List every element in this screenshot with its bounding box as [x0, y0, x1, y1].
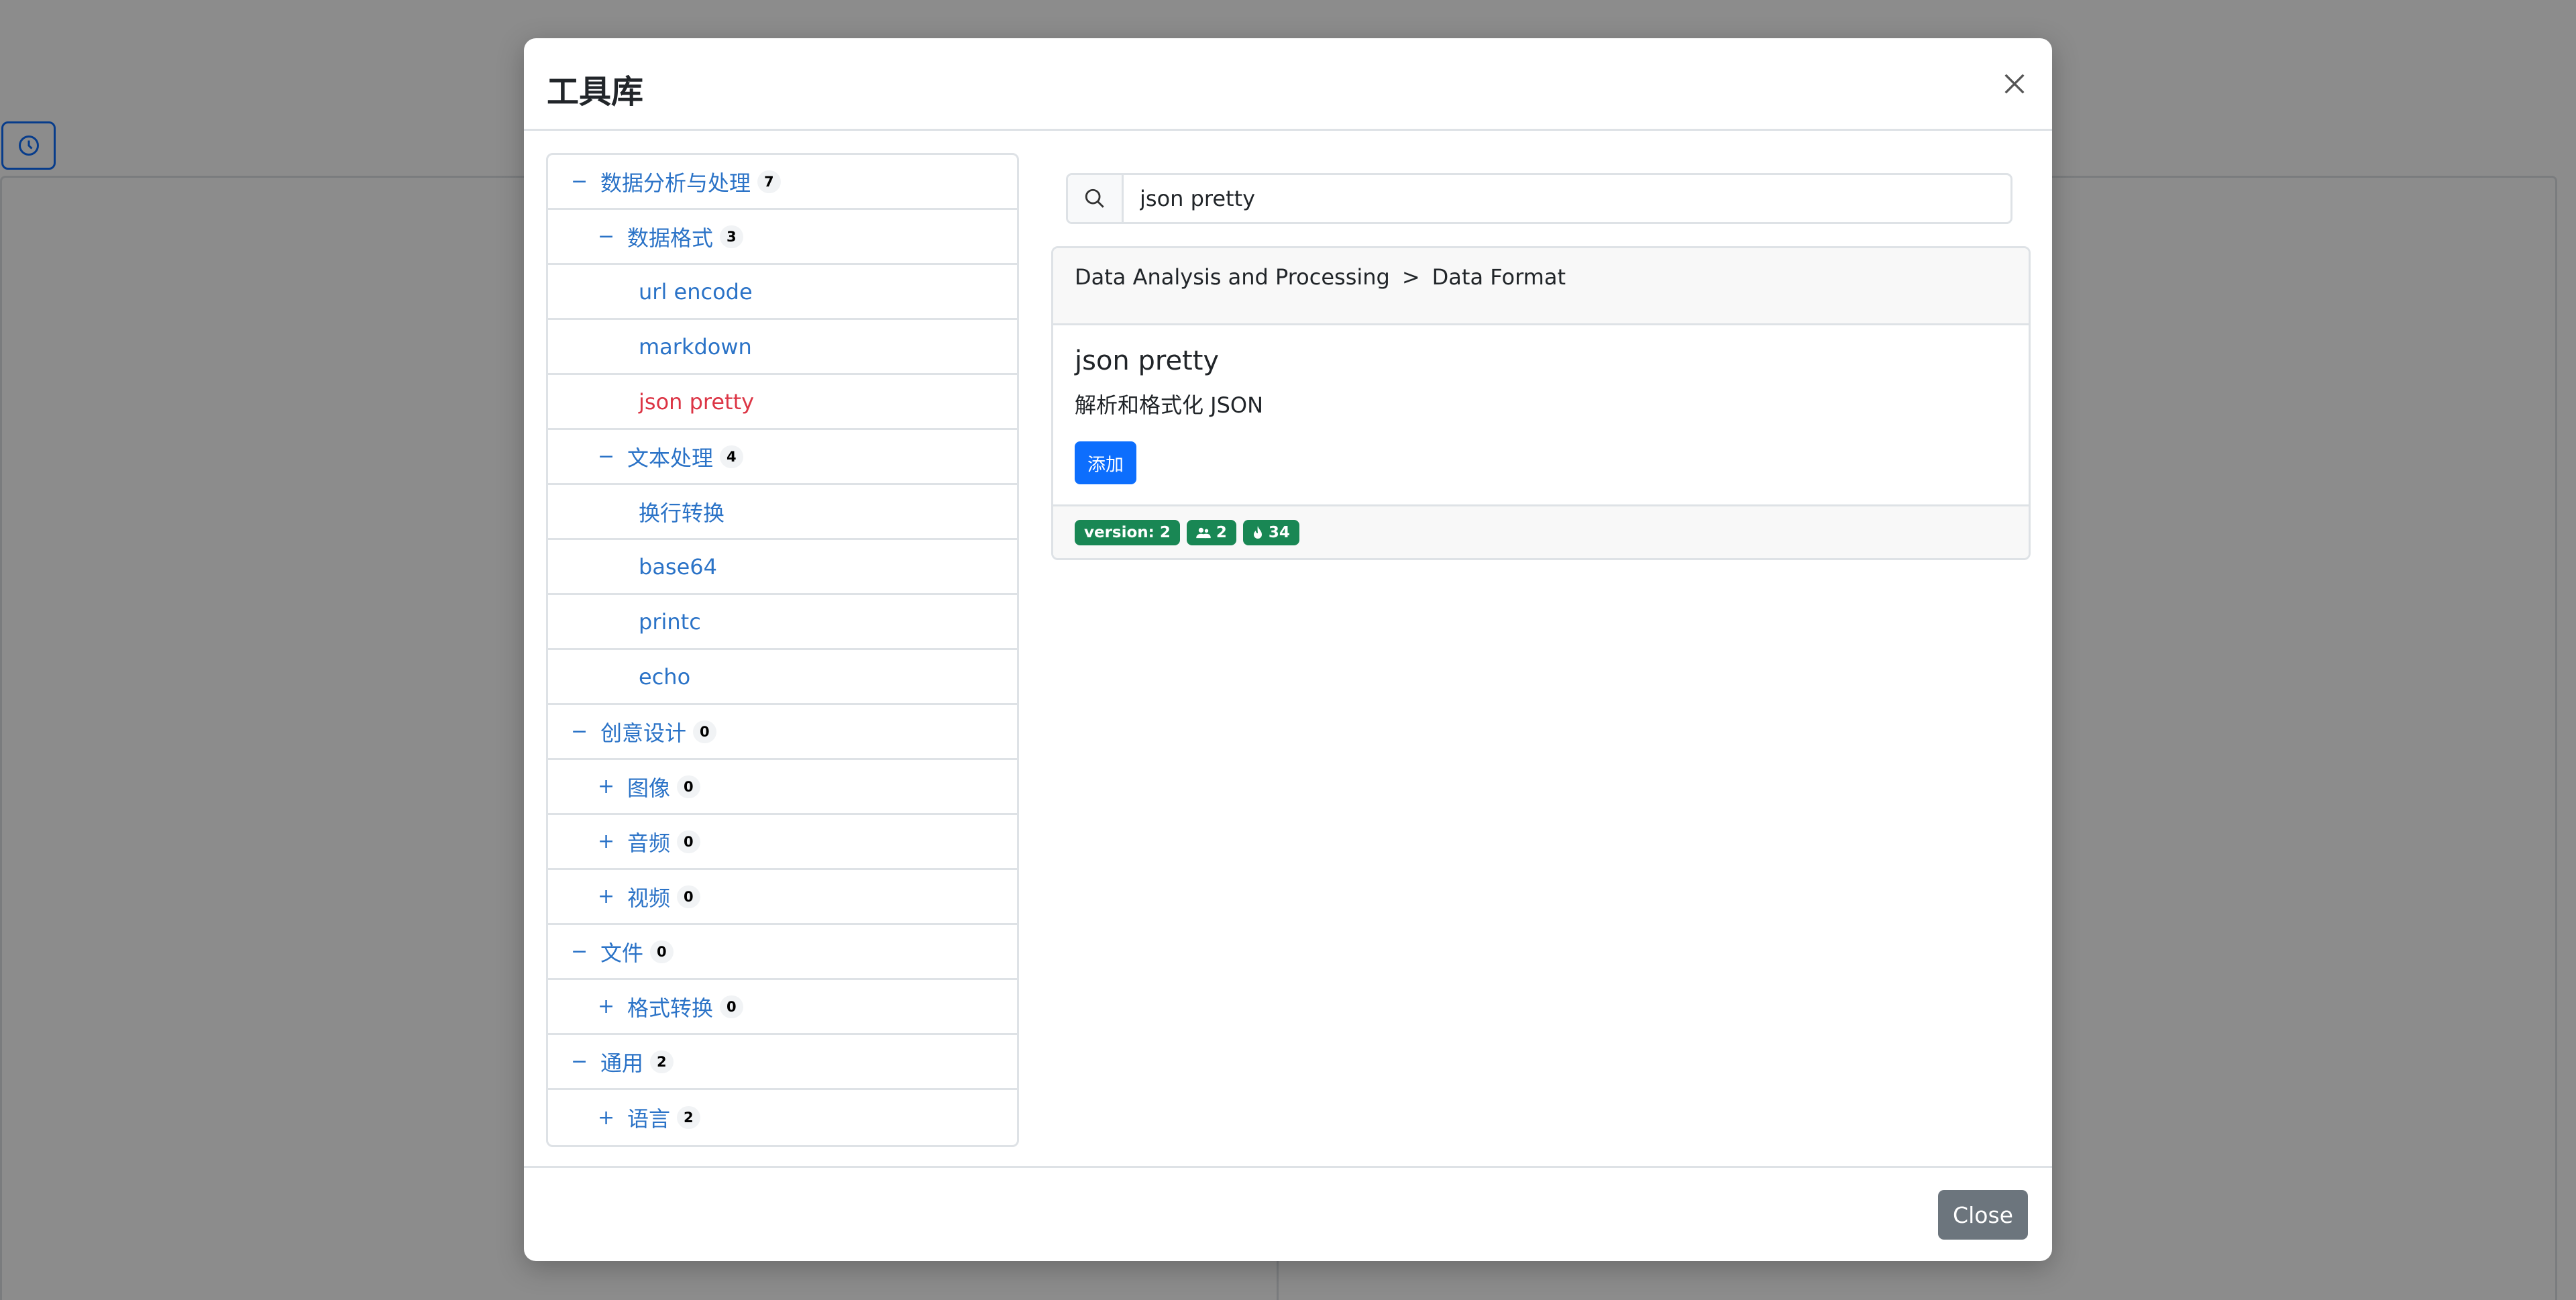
count-badge: 0	[693, 720, 716, 743]
collapse-icon[interactable]: −	[571, 1050, 598, 1073]
tree-category[interactable]: + 语言 2	[548, 1090, 1017, 1145]
tree-label: 文件	[600, 940, 644, 966]
tree-label: markdown	[639, 333, 752, 360]
tree-label: 创意设计	[600, 720, 687, 746]
tree-item[interactable]: url encode	[548, 265, 1017, 320]
hot-count: 34	[1268, 523, 1290, 541]
card-footer: version: 2 2 34	[1053, 504, 2029, 558]
modal-title: 工具库	[547, 73, 644, 111]
search-icon	[1068, 175, 1124, 222]
expand-icon[interactable]: +	[598, 885, 625, 908]
search-input[interactable]	[1124, 175, 2010, 222]
tree-category[interactable]: − 数据分析与处理 7	[548, 155, 1017, 210]
tree-label: 数据格式	[627, 225, 714, 251]
tree-label: 图像	[627, 775, 671, 801]
card-body: json pretty 解析和格式化 JSON 添加	[1053, 325, 2029, 506]
fire-icon	[1253, 525, 1262, 539]
tree-item[interactable]: markdown	[548, 320, 1017, 375]
users-badge: 2	[1186, 519, 1236, 545]
category-tree: − 数据分析与处理 7− 数据格式 3 url encode markdown json pr…	[546, 153, 1019, 1147]
version-label: version: 2	[1084, 523, 1171, 541]
tree-label: 格式转换	[627, 995, 714, 1021]
modal-footer: Close	[524, 1166, 2052, 1261]
tree-category[interactable]: − 数据格式 3	[548, 210, 1017, 265]
breadcrumb: Data Analysis and Processing > Data Form…	[1053, 248, 2029, 325]
breadcrumb-item: Data Format	[1432, 264, 1566, 290]
count-badge: 2	[650, 1050, 674, 1073]
breadcrumb-separator: >	[1401, 264, 1420, 290]
tree-label: 通用	[600, 1050, 644, 1076]
tree-item[interactable]: printc	[548, 595, 1017, 650]
tree-category[interactable]: + 视频 0	[548, 870, 1017, 925]
tree-category[interactable]: − 创意设计 0	[548, 705, 1017, 760]
tree-category[interactable]: − 文件 0	[548, 925, 1017, 980]
users-count: 2	[1216, 523, 1227, 541]
count-badge: 0	[677, 775, 700, 798]
tree-label: 换行转换	[639, 500, 725, 526]
tree-label: 数据分析与处理	[600, 170, 751, 196]
tree-item[interactable]: echo	[548, 650, 1017, 705]
search-bar	[1066, 173, 2012, 224]
tree-item[interactable]: base64	[548, 540, 1017, 595]
tree-label: 音频	[627, 830, 671, 856]
collapse-icon[interactable]: −	[598, 225, 625, 248]
tree-label: 文本处理	[627, 445, 714, 471]
tool-title: json pretty	[1075, 345, 1220, 376]
expand-icon[interactable]: +	[598, 775, 625, 798]
tree-label: 视频	[627, 885, 671, 911]
tree-label: url encode	[639, 278, 753, 305]
breadcrumb-item: Data Analysis and Processing	[1075, 264, 1390, 290]
tree-item[interactable]: json pretty	[548, 375, 1017, 430]
users-icon	[1196, 527, 1211, 538]
count-badge: 0	[677, 830, 700, 853]
expand-icon[interactable]: +	[598, 830, 625, 853]
tree-category[interactable]: + 音频 0	[548, 815, 1017, 870]
tree-label: printc	[639, 608, 701, 635]
collapse-icon[interactable]: −	[598, 445, 625, 468]
tree-category[interactable]: + 图像 0	[548, 760, 1017, 815]
collapse-icon[interactable]: −	[571, 720, 598, 743]
hot-badge: 34	[1242, 519, 1299, 545]
count-badge: 0	[720, 995, 743, 1018]
modal-header: 工具库	[524, 38, 2052, 131]
tree-label: 语言	[627, 1106, 671, 1132]
count-badge: 0	[677, 885, 700, 908]
tree-label: echo	[639, 663, 691, 690]
version-badge: version: 2	[1075, 519, 1180, 545]
count-badge: 0	[650, 940, 674, 963]
count-badge: 7	[757, 170, 781, 193]
count-badge: 4	[720, 445, 743, 468]
tool-library-modal: 工具库 − 数据分析与处理 7− 数据格式 3 url encode markdown jso…	[524, 38, 2052, 1261]
collapse-icon[interactable]: −	[571, 170, 598, 193]
count-badge: 2	[677, 1106, 700, 1129]
count-badge: 3	[720, 225, 743, 248]
tree-label: json pretty	[639, 388, 755, 415]
tool-card: Data Analysis and Processing > Data Form…	[1051, 246, 2031, 560]
tree-category[interactable]: − 通用 2	[548, 1035, 1017, 1090]
close-icon[interactable]	[1994, 64, 2035, 104]
expand-icon[interactable]: +	[598, 1106, 625, 1130]
expand-icon[interactable]: +	[598, 995, 625, 1018]
tree-item[interactable]: 换行转换	[548, 485, 1017, 540]
collapse-icon[interactable]: −	[571, 940, 598, 963]
add-button[interactable]: 添加	[1075, 441, 1136, 484]
close-button[interactable]: Close	[1938, 1190, 2028, 1240]
tree-label: base64	[639, 553, 717, 580]
tool-description: 解析和格式化 JSON	[1075, 392, 1264, 418]
tree-category[interactable]: − 文本处理 4	[548, 430, 1017, 485]
tree-category[interactable]: + 格式转换 0	[548, 980, 1017, 1035]
